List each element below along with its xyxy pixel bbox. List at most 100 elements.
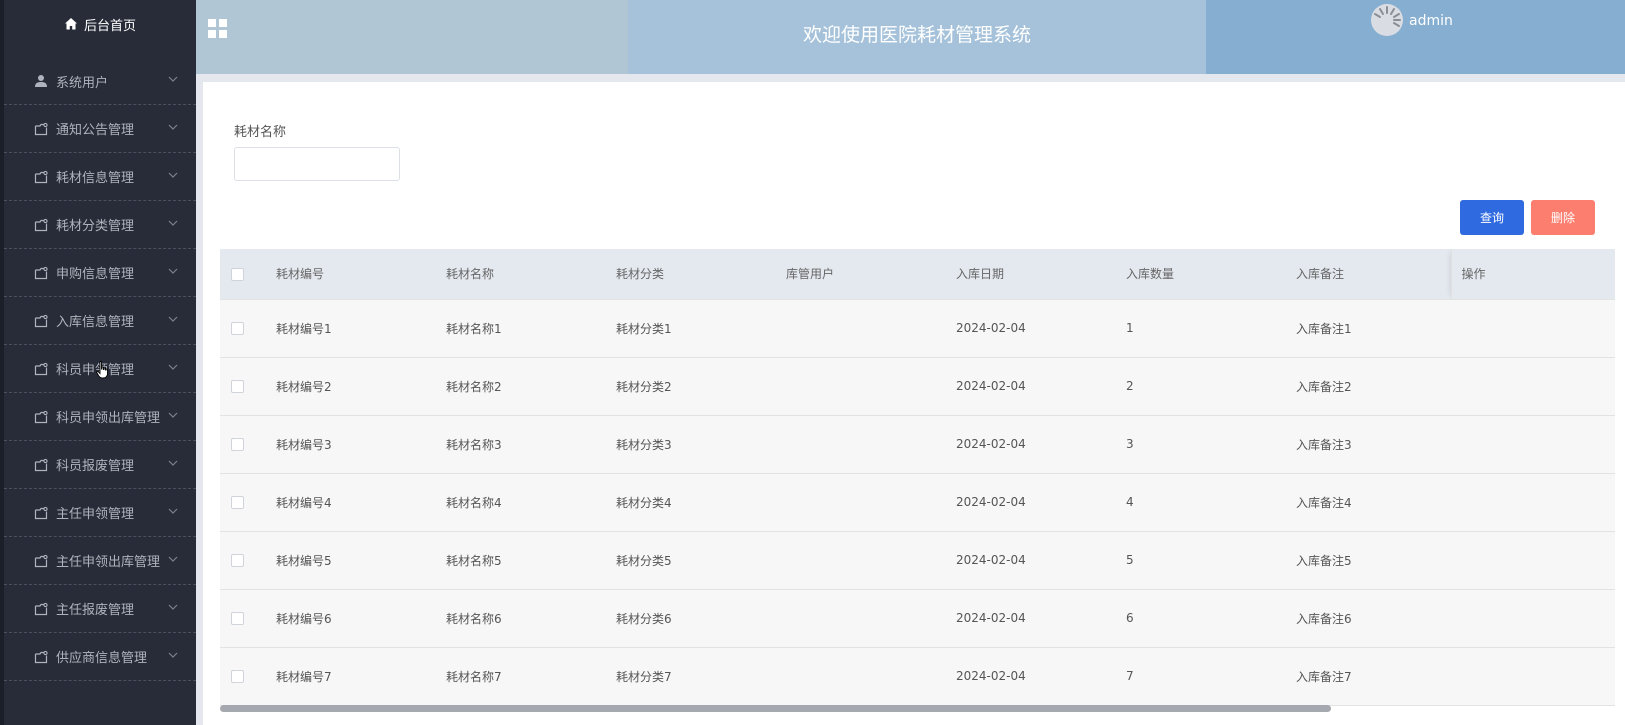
grid-menu-icon[interactable] xyxy=(208,19,227,38)
sidebar-item[interactable]: 通知公告管理 xyxy=(4,105,196,153)
table-row: 耗材编号5耗材名称5耗材分类52024-02-045入库备注5详情 xyxy=(220,531,1615,589)
hand-cursor-icon xyxy=(96,361,108,379)
folder-icon xyxy=(34,410,48,423)
folder-icon xyxy=(34,554,48,567)
table-cell-keeper xyxy=(786,647,956,705)
table-row: 耗材编号7耗材名称7耗材分类72024-02-047入库备注7详情 xyxy=(220,647,1615,705)
table-cell-note: 入库备注3 xyxy=(1296,437,1352,452)
column-header: 库管用户 xyxy=(786,267,835,282)
chevron-down-icon xyxy=(168,508,178,514)
table-cell-qty: 5 xyxy=(1126,553,1134,567)
table-cell-date: 2024-02-04 xyxy=(956,379,1026,393)
sidebar-home-label: 后台首页 xyxy=(83,18,136,34)
table-cell-name: 耗材名称3 xyxy=(446,437,502,452)
scrollbar-thumb[interactable] xyxy=(220,705,1331,712)
table-cell-name: 耗材名称5 xyxy=(446,553,502,568)
top-header: 欢迎使用医院耗材管理系统 admin xyxy=(196,0,1625,74)
table-cell-code: 耗材编号2 xyxy=(276,379,332,394)
select-all-cell xyxy=(220,249,276,299)
chevron-down-icon xyxy=(168,172,178,178)
table-cell-category: 耗材分类5 xyxy=(616,553,672,568)
folder-icon xyxy=(34,506,48,519)
header-divider xyxy=(196,74,1625,82)
row-checkbox[interactable] xyxy=(231,612,244,625)
username-label[interactable]: admin xyxy=(1409,13,1453,29)
table-cell-qty: 4 xyxy=(1126,495,1134,509)
sidebar-item-label: 主任报废管理 xyxy=(56,603,135,618)
table-cell-name: 耗材名称7 xyxy=(446,669,502,684)
table-cell-date: 2024-02-04 xyxy=(956,611,1026,625)
row-check-cell xyxy=(220,357,276,415)
table-cell-category: 耗材分类3 xyxy=(616,437,672,452)
sidebar-item[interactable]: 耗材信息管理 xyxy=(4,153,196,201)
row-check-cell xyxy=(220,473,276,531)
spacer-cell xyxy=(1451,647,1615,705)
select-all-checkbox[interactable] xyxy=(231,267,244,281)
chevron-down-icon xyxy=(168,316,178,322)
material-name-search-input[interactable] xyxy=(234,147,400,181)
table-cell-date: 2024-02-04 xyxy=(956,321,1026,335)
table-cell-date: 2024-02-04 xyxy=(956,437,1026,451)
table-cell-category: 耗材分类7 xyxy=(616,669,672,684)
folder-icon xyxy=(34,602,48,615)
table-cell-category: 耗材分类4 xyxy=(616,495,672,510)
sidebar-item[interactable]: 供应商信息管理 xyxy=(4,633,196,681)
spacer-cell xyxy=(1451,589,1615,647)
row-check-cell xyxy=(220,647,276,705)
sidebar-item[interactable]: 主任报废管理 xyxy=(4,585,196,633)
sidebar-item-label: 入库信息管理 xyxy=(56,315,135,330)
table-cell-category: 耗材分类1 xyxy=(616,321,672,336)
row-checkbox[interactable] xyxy=(231,322,244,335)
table-cell-note: 入库备注6 xyxy=(1296,611,1352,626)
chevron-down-icon xyxy=(168,556,178,562)
table-cell-keeper xyxy=(786,357,956,415)
sidebar-item[interactable]: 申购信息管理 xyxy=(4,249,196,297)
header-segment xyxy=(1206,0,1625,74)
home-icon xyxy=(64,18,77,30)
table-cell-keeper xyxy=(786,473,956,531)
query-button[interactable]: 查询 xyxy=(1460,200,1524,235)
sidebar-item[interactable]: 耗材分类管理 xyxy=(4,201,196,249)
table-cell-keeper xyxy=(786,589,956,647)
table-cell-qty: 2 xyxy=(1126,379,1134,393)
table-cell-note: 入库备注4 xyxy=(1296,495,1352,510)
column-header: 入库日期 xyxy=(956,267,1005,282)
sidebar-item[interactable]: 科员报废管理 xyxy=(4,441,196,489)
table-cell-name: 耗材名称6 xyxy=(446,611,502,626)
sidebar-item-label: 科员申领出库管理 xyxy=(56,411,161,426)
spacer-cell xyxy=(1451,415,1615,473)
sidebar-item[interactable]: 主任申领管理 xyxy=(4,489,196,537)
column-header: 耗材名称 xyxy=(446,267,495,282)
folder-icon xyxy=(34,170,48,183)
sidebar-item[interactable]: 科员申领出库管理 xyxy=(4,393,196,441)
avatar-icon[interactable] xyxy=(1370,3,1404,37)
row-check-cell xyxy=(220,415,276,473)
sidebar-item-label: 申购信息管理 xyxy=(56,267,135,282)
page-title: 欢迎使用医院耗材管理系统 xyxy=(802,24,1031,46)
row-checkbox[interactable] xyxy=(231,670,244,683)
chevron-down-icon xyxy=(168,604,178,610)
folder-icon xyxy=(34,122,48,135)
sidebar-item[interactable]: 主任申领出库管理 xyxy=(4,537,196,585)
row-checkbox[interactable] xyxy=(231,438,244,451)
delete-button[interactable]: 删除 xyxy=(1531,200,1595,235)
sidebar-home-link[interactable]: 后台首页 xyxy=(4,0,196,48)
row-check-cell xyxy=(220,589,276,647)
table-cell-qty: 3 xyxy=(1126,437,1134,451)
content-border xyxy=(196,82,203,725)
row-checkbox[interactable] xyxy=(231,380,244,393)
horizontal-scrollbar[interactable] xyxy=(220,705,1615,713)
sidebar-item-label: 主任申领出库管理 xyxy=(56,555,161,570)
sidebar-item[interactable]: 系统用户 xyxy=(4,58,196,105)
row-checkbox[interactable] xyxy=(231,496,244,509)
user-icon xyxy=(35,75,47,87)
table-cell-note: 入库备注7 xyxy=(1296,669,1352,684)
sidebar-item[interactable]: 入库信息管理 xyxy=(4,297,196,345)
table-row: 耗材编号3耗材名称3耗材分类32024-02-043入库备注3详情 xyxy=(220,415,1615,473)
row-checkbox[interactable] xyxy=(231,554,244,567)
table-cell-keeper xyxy=(786,415,956,473)
sidebar-item-label: 科员申领管理 xyxy=(56,363,135,378)
table-cell-date: 2024-02-04 xyxy=(956,495,1026,509)
chevron-down-icon xyxy=(168,124,178,130)
table-cell-qty: 7 xyxy=(1126,669,1134,683)
